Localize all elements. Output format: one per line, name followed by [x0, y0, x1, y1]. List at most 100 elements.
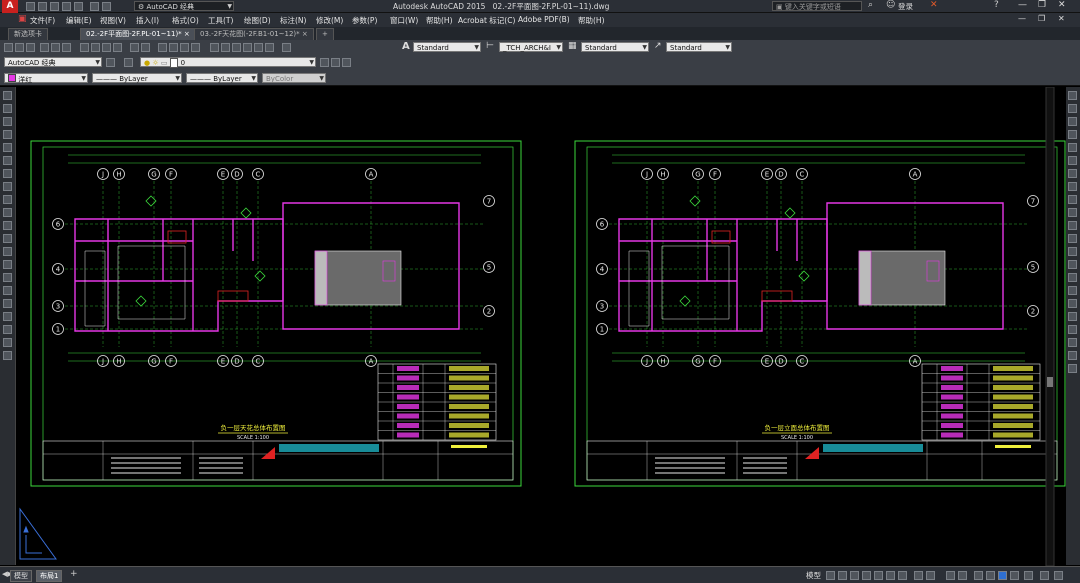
redo-icon[interactable]: [141, 43, 150, 52]
new-icon[interactable]: [4, 43, 13, 52]
draw-tool-icon[interactable]: [3, 156, 12, 165]
modify-tool-icon[interactable]: [1068, 104, 1077, 113]
match-prop-icon[interactable]: [113, 43, 122, 52]
dim-style-dropdown[interactable]: _TCH_ARCH&I ▼: [499, 42, 563, 52]
doc-restore-button[interactable]: ❐: [1038, 14, 1045, 23]
modify-tool-icon[interactable]: [1068, 156, 1077, 165]
tab-ceiling-plan[interactable]: 03.-2F天花图(-2F.B1-01~12)* ×: [194, 28, 314, 40]
search-input[interactable]: ▣ 键入关键字或短语: [772, 1, 862, 11]
modify-tool-icon[interactable]: [1068, 130, 1077, 139]
print-icon[interactable]: [74, 2, 83, 11]
fullscreen-icon[interactable]: [1054, 571, 1063, 580]
saveas-icon[interactable]: [62, 2, 71, 11]
layer-previous-icon[interactable]: [331, 58, 340, 67]
text-style-dropdown[interactable]: Standard ▼: [413, 42, 481, 52]
draw-tool-icon[interactable]: [3, 91, 12, 100]
customize-icon[interactable]: [1024, 571, 1033, 580]
sheet-set-icon[interactable]: [243, 43, 252, 52]
clean-screen-icon[interactable]: [1010, 571, 1019, 580]
snap-icon[interactable]: [838, 571, 847, 580]
search-button-icon[interactable]: ⌕: [868, 0, 873, 10]
help-icon[interactable]: ?: [994, 0, 999, 10]
menu-dimension[interactable]: 标注(N): [280, 15, 306, 26]
new-file-icon[interactable]: [26, 2, 35, 11]
markup-icon[interactable]: [254, 43, 263, 52]
preview-icon[interactable]: [51, 43, 60, 52]
cut-icon[interactable]: [80, 43, 89, 52]
tool-palettes-icon[interactable]: [232, 43, 241, 52]
menu-modify[interactable]: 修改(M): [316, 15, 343, 26]
draw-tool-icon[interactable]: [3, 260, 12, 269]
modify-tool-icon[interactable]: [1068, 286, 1077, 295]
scrollbar-thumb[interactable]: [1047, 377, 1053, 387]
signin-link[interactable]: 登录: [898, 1, 913, 12]
modify-tool-icon[interactable]: [1068, 338, 1077, 347]
workspace-dropdown[interactable]: ⚙ AutoCAD 经典 ▼: [134, 1, 234, 11]
paste-icon[interactable]: [102, 43, 111, 52]
menu-parametric[interactable]: 参数(P): [352, 15, 377, 26]
workspace-switch-icon[interactable]: [946, 571, 955, 580]
draw-tool-icon[interactable]: [3, 130, 12, 139]
make-current-icon[interactable]: [320, 58, 329, 67]
add-layout-icon[interactable]: +: [70, 569, 78, 579]
drawing-canvas[interactable]: J J H H G G F F E E D D C C A A 6 4 3 1 7 5 2 负一层天花总体布置图 SCALE 1…: [16, 87, 1066, 566]
ortho-icon[interactable]: [850, 571, 859, 580]
minimize-button[interactable]: —: [1018, 0, 1027, 10]
close-button[interactable]: ✕: [1058, 0, 1066, 10]
save-icon[interactable]: [26, 43, 35, 52]
plus-icon[interactable]: [974, 571, 983, 580]
otrack-icon[interactable]: [886, 571, 895, 580]
linetype-dropdown[interactable]: ——— ByLayer ▼: [92, 73, 182, 83]
modify-tool-icon[interactable]: [1068, 143, 1077, 152]
modify-tool-icon[interactable]: [1068, 234, 1077, 243]
draw-tool-icon[interactable]: [3, 351, 12, 360]
draw-tool-icon[interactable]: [3, 104, 12, 113]
draw-tool-icon[interactable]: [3, 273, 12, 282]
menu-help-2[interactable]: 帮助(H): [578, 15, 605, 26]
menu-icon[interactable]: [1040, 571, 1049, 580]
draw-tool-icon[interactable]: [3, 286, 12, 295]
close-icon[interactable]: ×: [302, 30, 308, 38]
layer-dropdown[interactable]: ● ☼ ▭ ■ 0 ▼: [140, 57, 316, 68]
draw-tool-icon[interactable]: [3, 338, 12, 347]
draw-tool-icon[interactable]: [3, 208, 12, 217]
redo-icon[interactable]: [102, 2, 111, 11]
grid-icon[interactable]: [826, 571, 835, 580]
tab-floor-plan[interactable]: 02.-2F平面图-2F.PL-01~11)* ×: [80, 28, 196, 40]
menu-help[interactable]: 帮助(H): [426, 15, 453, 26]
modify-tool-icon[interactable]: [1068, 351, 1077, 360]
zoom-realtime-icon[interactable]: [169, 43, 178, 52]
modify-tool-icon[interactable]: [1068, 195, 1077, 204]
publish-icon[interactable]: [62, 43, 71, 52]
menu-insert[interactable]: 插入(I): [136, 15, 159, 26]
exchange-icon[interactable]: ✕: [930, 0, 938, 10]
annotation-icon[interactable]: [914, 571, 923, 580]
tab-add[interactable]: +: [316, 28, 334, 40]
undo-icon[interactable]: [130, 43, 139, 52]
menu-edit[interactable]: 编辑(E): [66, 15, 92, 26]
modify-tool-icon[interactable]: [1068, 299, 1077, 308]
zoom-window-icon[interactable]: [180, 43, 189, 52]
modify-tool-icon[interactable]: [1068, 325, 1077, 334]
osnap-icon[interactable]: [874, 571, 883, 580]
isolate-icon[interactable]: [986, 571, 995, 580]
draw-tool-icon[interactable]: [3, 143, 12, 152]
restore-button[interactable]: ❐: [1038, 0, 1046, 10]
modify-tool-icon[interactable]: [1068, 364, 1077, 373]
menu-format[interactable]: 格式(O): [172, 15, 199, 26]
draw-tool-icon[interactable]: [3, 195, 12, 204]
menu-file[interactable]: 文件(F): [30, 15, 55, 26]
draw-tool-icon[interactable]: [3, 312, 12, 321]
workspace-select[interactable]: AutoCAD 经典 ▼: [4, 57, 102, 67]
zoom-previous-icon[interactable]: [191, 43, 200, 52]
draw-tool-icon[interactable]: [3, 247, 12, 256]
mleader-style-dropdown[interactable]: Standard ▼: [666, 42, 732, 52]
table-style-dropdown[interactable]: Standard ▼: [581, 42, 649, 52]
user-icon[interactable]: ☺: [886, 0, 895, 10]
draw-tool-icon[interactable]: [3, 325, 12, 334]
scale-icon[interactable]: [926, 571, 935, 580]
draw-tool-icon[interactable]: [3, 117, 12, 126]
modify-tool-icon[interactable]: [1068, 91, 1077, 100]
menu-acrobat[interactable]: Acrobat 标记(C): [458, 15, 515, 26]
vertical-scrollbar[interactable]: [1045, 87, 1055, 566]
